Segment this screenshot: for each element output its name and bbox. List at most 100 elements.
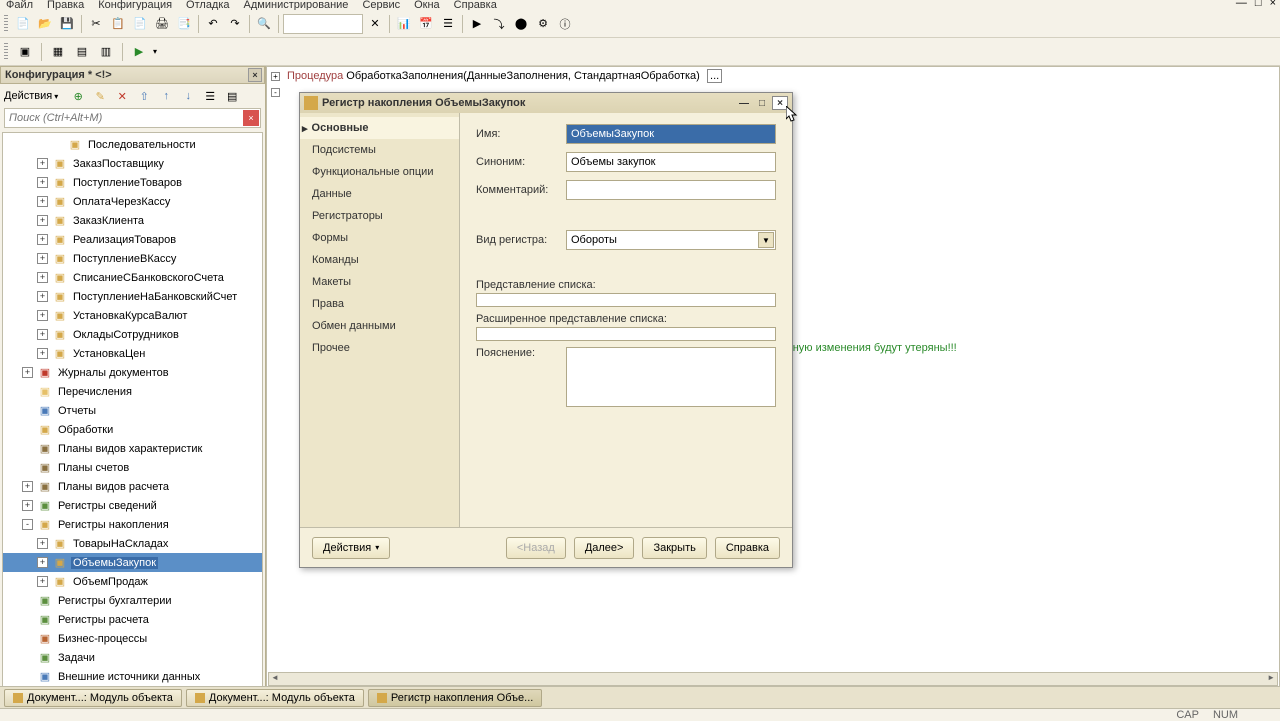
minimize-icon[interactable]: — xyxy=(1236,0,1247,9)
undo-button[interactable]: ↶ xyxy=(203,14,223,34)
tree-item[interactable]: ▣Отчеты xyxy=(3,401,262,420)
save-button[interactable]: 💾 xyxy=(57,14,77,34)
listpres-input[interactable] xyxy=(476,293,776,307)
tree-item[interactable]: -▣Регистры накопления xyxy=(3,515,262,534)
expand-icon[interactable]: + xyxy=(37,196,48,207)
dialog-maximize-button[interactable]: □ xyxy=(754,96,770,110)
dialog-actions-button[interactable]: Действия▾ xyxy=(312,537,390,559)
redo-button[interactable]: ↷ xyxy=(225,14,245,34)
tree-item[interactable]: +▣ОбъемПродаж xyxy=(3,572,262,591)
nav-10[interactable]: Прочее xyxy=(300,337,459,359)
tree-item[interactable]: +▣УстановкаЦен xyxy=(3,344,262,363)
edit-button[interactable]: ✎ xyxy=(90,86,110,106)
expand-icon[interactable]: + xyxy=(37,310,48,321)
new-button[interactable]: 📄 xyxy=(13,14,33,34)
debug-step-button[interactable]: ⤵ xyxy=(489,14,509,34)
dialog-minimize-button[interactable]: — xyxy=(736,96,752,110)
tree-item[interactable]: ▣Перечисления xyxy=(3,382,262,401)
close-button[interactable]: Закрыть xyxy=(642,537,706,559)
horizontal-scrollbar[interactable] xyxy=(268,672,1278,686)
sidebar-actions-label[interactable]: Действия xyxy=(4,90,52,102)
filter-button[interactable]: ▤ xyxy=(222,86,242,106)
sort-up-button[interactable]: ↑ xyxy=(156,86,176,106)
tree-item[interactable]: +▣ЗаказПоставщику xyxy=(3,154,262,173)
tree-item[interactable]: +▣Регистры сведений xyxy=(3,496,262,515)
name-input[interactable] xyxy=(566,124,776,144)
expand-icon[interactable]: + xyxy=(37,272,48,283)
tree-item[interactable]: +▣ПоступлениеВКассу xyxy=(3,249,262,268)
taskbar-item[interactable]: Документ...: Модуль объекта xyxy=(4,689,182,707)
tree-item[interactable]: ▣Планы видов характеристик xyxy=(3,439,262,458)
tree-item[interactable]: +▣ОкладыСотрудников xyxy=(3,325,262,344)
up-button[interactable]: ⇧ xyxy=(134,86,154,106)
tool-1[interactable]: ▣ xyxy=(15,42,35,62)
props-button[interactable]: ☰ xyxy=(438,14,458,34)
config-tree[interactable]: ▣Последовательности+▣ЗаказПоставщику +▣По… xyxy=(2,132,263,712)
add-button[interactable]: ⊕ xyxy=(68,86,88,106)
nav-3[interactable]: Данные xyxy=(300,183,459,205)
expand-icon[interactable]: + xyxy=(37,538,48,549)
tree-item[interactable]: +▣ОплатаЧерезКассу xyxy=(3,192,262,211)
tree-item[interactable]: ▣Задачи xyxy=(3,648,262,667)
nav-1[interactable]: Подсистемы xyxy=(300,139,459,161)
maximize-icon[interactable]: □ xyxy=(1255,0,1262,9)
nav-0[interactable]: Основные xyxy=(300,117,459,139)
cut-button[interactable]: ✂ xyxy=(86,14,106,34)
menu-справка[interactable]: Справка xyxy=(454,0,497,10)
dropdown-icon[interactable]: ▼ xyxy=(758,232,774,248)
toolbar-dropdown[interactable] xyxy=(283,14,363,34)
calc-button[interactable]: 📊 xyxy=(394,14,414,34)
expand-icon[interactable]: + xyxy=(22,481,33,492)
expand-icon[interactable]: + xyxy=(37,234,48,245)
tree-item[interactable]: ▣Планы счетов xyxy=(3,458,262,477)
next-button[interactable]: Далее> xyxy=(574,537,635,559)
menu-файл[interactable]: Файл xyxy=(6,0,33,10)
tree-item[interactable]: +▣Планы видов расчета xyxy=(3,477,262,496)
expand-icon[interactable]: + xyxy=(37,158,48,169)
tb-x-button[interactable]: ✕ xyxy=(365,14,385,34)
nav-6[interactable]: Команды xyxy=(300,249,459,271)
tool-3[interactable]: ▤ xyxy=(72,42,92,62)
find-button[interactable]: 🔍 xyxy=(254,14,274,34)
expand-icon[interactable]: - xyxy=(22,519,33,530)
expand-icon[interactable]: + xyxy=(37,329,48,340)
tree-item[interactable]: +▣ОбъемыЗакупок xyxy=(3,553,262,572)
nav-9[interactable]: Обмен данными xyxy=(300,315,459,337)
dialog-titlebar[interactable]: Регистр накопления ОбъемыЗакупок — □ × xyxy=(300,93,792,113)
debug-run-button[interactable]: ▶ xyxy=(467,14,487,34)
nav-2[interactable]: Функциональные опции xyxy=(300,161,459,183)
tree-item[interactable]: +▣РеализацияТоваров xyxy=(3,230,262,249)
list-button[interactable]: ☰ xyxy=(200,86,220,106)
tree-item[interactable]: ▣Регистры бухгалтерии xyxy=(3,591,262,610)
debug-break-button[interactable]: ⬤ xyxy=(511,14,531,34)
tree-item[interactable]: ▣Регистры расчета xyxy=(3,610,262,629)
menu-сервис[interactable]: Сервис xyxy=(362,0,400,10)
menu-конфигурация[interactable]: Конфигурация xyxy=(98,0,172,10)
explain-textarea[interactable] xyxy=(566,347,776,407)
nav-7[interactable]: Макеты xyxy=(300,271,459,293)
tree-item[interactable]: +▣ТоварыНаСкладах xyxy=(3,534,262,553)
expand-icon[interactable]: + xyxy=(37,576,48,587)
paste-button[interactable]: 📄 xyxy=(130,14,150,34)
expand-icon[interactable]: + xyxy=(37,291,48,302)
expand-icon[interactable]: + xyxy=(37,348,48,359)
tool-2[interactable]: ▦ xyxy=(48,42,68,62)
expand-icon[interactable]: + xyxy=(22,367,33,378)
taskbar-item[interactable]: Документ...: Модуль объекта xyxy=(186,689,364,707)
comment-input[interactable] xyxy=(566,180,776,200)
help-button[interactable]: Справка xyxy=(715,537,780,559)
menu-администрирование[interactable]: Администрирование xyxy=(244,0,349,10)
nav-8[interactable]: Права xyxy=(300,293,459,315)
tree-item[interactable]: ▣Бизнес-процессы xyxy=(3,629,262,648)
tree-item[interactable]: ▣Последовательности xyxy=(3,135,262,154)
delete-button[interactable]: ✕ xyxy=(112,86,132,106)
copy-button[interactable]: 📋 xyxy=(108,14,128,34)
expand-icon[interactable]: + xyxy=(37,557,48,568)
tree-item[interactable]: +▣УстановкаКурсаВалют xyxy=(3,306,262,325)
settings-button[interactable]: ⚙ xyxy=(533,14,553,34)
calendar-button[interactable]: 📅 xyxy=(416,14,436,34)
info-button[interactable]: ⓘ xyxy=(555,14,575,34)
synonym-input[interactable] xyxy=(566,152,776,172)
expand-icon[interactable]: + xyxy=(22,500,33,511)
sidebar-close-button[interactable]: × xyxy=(248,68,262,82)
